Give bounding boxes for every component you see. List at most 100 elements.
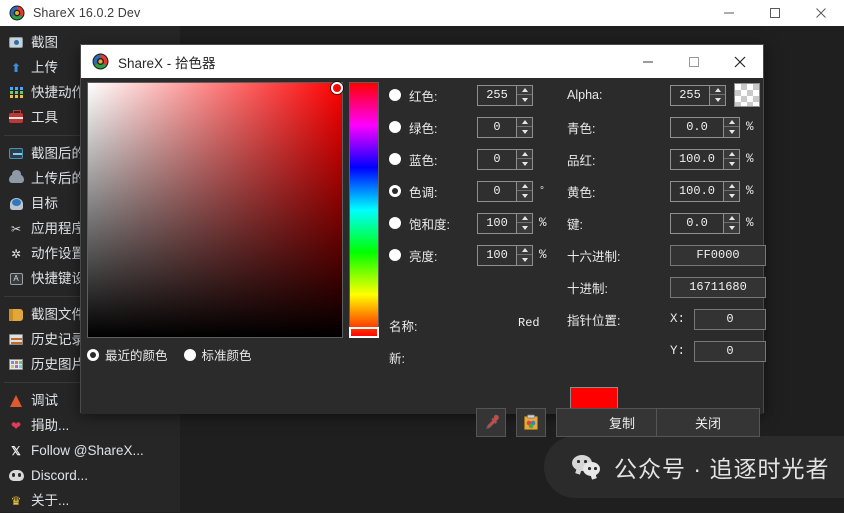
spinner-down-icon[interactable] [724,223,739,233]
hex-value-field[interactable]: FF0000 [670,244,766,266]
sharex-main-window: ShareX 16.0.2 Dev 截图 ⬆ 上传 快捷动作 工具 截图后的任务… [0,0,844,512]
clipboard-button[interactable] [516,408,546,437]
field-row-yellow: 黄色: 100.0 % [567,180,754,202]
picker-close-button[interactable] [717,45,763,78]
spinner-up-icon[interactable] [724,118,739,127]
radio-saturation[interactable] [389,217,401,229]
spinner-value[interactable]: 0 [478,181,516,201]
spinner-green[interactable]: 0 [477,116,533,138]
radio-blue[interactable] [389,153,401,165]
radio-hue[interactable] [389,185,401,197]
spinner-key[interactable]: 0.0 [670,212,740,234]
picker-minimize-button[interactable] [625,45,671,78]
spinner-value[interactable]: 100.0 [671,181,723,201]
spinner-up-icon[interactable] [517,118,532,127]
spinner-value[interactable]: 100.0 [671,149,723,169]
spinner-value[interactable]: 0.0 [671,117,723,137]
radio-red[interactable] [389,89,401,101]
hue-marker-handle[interactable] [349,327,379,338]
spinner-up-icon[interactable] [517,246,532,255]
spinner-buttons[interactable] [723,149,739,169]
spinner-down-icon[interactable] [517,95,532,105]
main-close-button[interactable] [798,0,844,26]
spinner-magenta[interactable]: 100.0 [670,148,740,170]
spinner-up-icon[interactable] [724,182,739,191]
alpha-swatch[interactable] [734,83,760,107]
spinner-value[interactable]: 255 [671,85,709,105]
radio-recent-colors[interactable]: 最近的颜色 [87,345,168,364]
close-button[interactable]: 关闭 [656,408,760,437]
spinner-down-icon[interactable] [517,255,532,265]
cloud-icon [8,170,24,187]
spinner-down-icon[interactable] [517,127,532,137]
spinner-up-icon[interactable] [710,86,725,95]
spinner-value[interactable]: 255 [478,85,516,105]
spinner-yellow[interactable]: 100.0 [670,180,740,202]
eyedropper-button[interactable] [476,408,506,437]
picker-maximize-button[interactable] [671,45,717,78]
spinner-down-icon[interactable] [724,127,739,137]
spinner-down-icon[interactable] [710,95,725,105]
spinner-down-icon[interactable] [517,223,532,233]
main-maximize-button[interactable] [752,0,798,26]
spinner-buttons[interactable] [723,117,739,137]
spinner-value[interactable]: 0.0 [671,213,723,233]
decimal-value-field[interactable]: 16711680 [670,276,766,298]
spinner-up-icon[interactable] [517,182,532,191]
spinner-buttons[interactable] [516,149,532,169]
spinner-buttons[interactable] [516,181,532,201]
hue-strip[interactable] [349,82,379,338]
spinner-buttons[interactable] [516,213,532,233]
sidebar-item-discord[interactable]: Discord... [0,463,180,488]
field-label: 品红: [567,153,596,168]
spinner-up-icon[interactable] [517,150,532,159]
spinner-value[interactable]: 0 [478,149,516,169]
spinner-down-icon[interactable] [724,159,739,169]
spinner-saturation[interactable]: 100 [477,212,533,234]
spinner-buttons[interactable] [709,85,725,105]
spinner-buttons[interactable] [516,245,532,265]
spinner-buttons[interactable] [516,117,532,137]
sidebar-item-about[interactable]: ♛ 关于... [0,488,180,513]
main-minimize-button[interactable] [706,0,752,26]
unit-percent: % [746,184,754,198]
field-row-magenta: 品红: 100.0 % [567,148,754,170]
spinner-down-icon[interactable] [517,159,532,169]
spinner-up-icon[interactable] [724,214,739,223]
spinner-brightness[interactable]: 100 [477,244,533,266]
spinner-down-icon[interactable] [517,191,532,201]
sidebar-item-follow-sharex[interactable]: 𝕏 Follow @ShareX... [0,438,180,463]
spinner-down-icon[interactable] [724,191,739,201]
spinner-buttons[interactable] [723,213,739,233]
sv-cursor-handle[interactable] [331,82,343,94]
radio-brightness[interactable] [389,249,401,261]
sidebar-item-label: 目标 [31,195,58,211]
saturation-value-square[interactable] [87,82,343,338]
spinner-value[interactable]: 100 [478,213,516,233]
spinner-alpha[interactable]: 255 [670,84,726,106]
radio-label: 标准颜色 [201,349,252,363]
spinner-up-icon[interactable] [517,214,532,223]
sidebar-item-label: 历史图片 [31,356,85,372]
spinner-buttons[interactable] [516,85,532,105]
cursor-position-label: 指针位置: [567,313,621,328]
sidebar-item-label: Follow @ShareX... [31,442,144,458]
radio-standard-colors[interactable]: 标准颜色 [183,345,252,364]
radio-green[interactable] [389,121,401,133]
spinner-cyan[interactable]: 0.0 [670,116,740,138]
wechat-icon [572,455,602,479]
gear-icon: ✲ [10,246,22,261]
spinner-red[interactable]: 255 [477,84,533,106]
spinner-up-icon[interactable] [517,86,532,95]
heart-icon: ❤ [10,418,22,433]
spinner-blue[interactable]: 0 [477,148,533,170]
spinner-value[interactable]: 100 [478,245,516,265]
spinner-buttons[interactable] [723,181,739,201]
spinner-value[interactable]: 0 [478,117,516,137]
spinner-up-icon[interactable] [724,150,739,159]
new-color-label: 新: [389,352,405,366]
spinner-hue[interactable]: 0 [477,180,533,202]
field-row-key: 键: 0.0 % [567,212,754,234]
field-row-hex: 十六进制: FF0000 [567,244,766,266]
sidebar-item-donate[interactable]: ❤ 捐助... [0,413,180,438]
